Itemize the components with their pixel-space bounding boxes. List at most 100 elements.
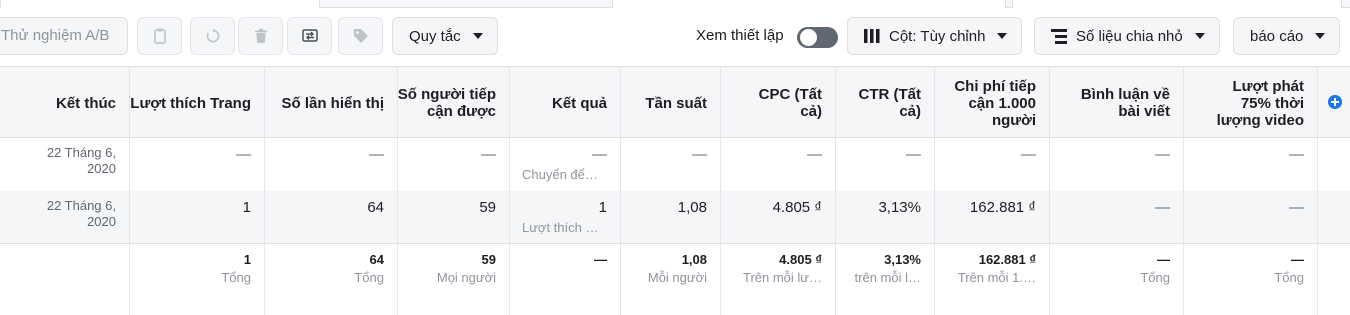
cpc-cell: — (807, 146, 822, 163)
columns-dropdown-label: Cột: Tùy chỉnh (889, 27, 986, 45)
reset-button[interactable] (190, 17, 235, 55)
total-results: — (594, 252, 607, 267)
results-cell: 1 (598, 199, 607, 216)
frequency-cell: 1,08 (677, 199, 707, 216)
ab-test-button[interactable]: Thử nghiệm A/B (0, 17, 128, 55)
totals-row: 1 Tổng 64 Tổng 59 Mọi người — 1,08 Mỗi n… (0, 243, 1350, 315)
impressions-cell: 64 (367, 199, 384, 216)
post-comments-cell: — (1155, 199, 1170, 216)
add-column-icon[interactable] (1328, 95, 1342, 109)
rules-dropdown[interactable]: Quy tắc (392, 17, 498, 55)
total-reach-label: Mọi người (436, 270, 496, 285)
total-ctr-label: trên mỗi l… (854, 270, 921, 285)
switch-button[interactable] (287, 17, 332, 55)
column-divider (129, 66, 130, 315)
breakdown-dropdown-label: Số liệu chia nhỏ (1076, 27, 1183, 45)
total-impressions: 64 (369, 252, 384, 267)
end-date-cell: 22 Tháng 6, 2020 (46, 198, 116, 229)
column-divider (1049, 66, 1050, 315)
tab-segment (612, 0, 1006, 8)
reset-icon (206, 28, 219, 43)
total-frequency: 1,08 (681, 252, 707, 267)
tab-strip (0, 0, 1350, 8)
column-header-cpc[interactable]: CPC (Tất cả) (720, 67, 835, 139)
page-likes-cell: — (236, 146, 251, 163)
total-video-75: — (1291, 252, 1304, 267)
results-table: Kết thúc Lượt thích Trang Số lần hiển th… (0, 66, 1350, 315)
view-settings-toggle[interactable] (797, 27, 838, 48)
column-divider (1183, 66, 1184, 315)
total-page-likes-label: Tổng (221, 270, 251, 285)
column-divider (620, 66, 621, 315)
duplicate-button[interactable] (137, 17, 182, 55)
total-impressions-label: Tổng (354, 270, 384, 285)
total-post-comments: — (1157, 252, 1170, 267)
column-header-ctr[interactable]: CTR (Tất cả) (835, 67, 934, 139)
reports-dropdown-label: báo cáo (1250, 27, 1304, 45)
columns-icon (864, 29, 880, 43)
total-cpm: 162.881 ₫ (978, 252, 1036, 267)
table-row[interactable]: 22 Tháng 6, 2020 1 64 59 1 Lượt thích … … (0, 191, 1350, 243)
clipboard-icon (153, 28, 166, 44)
column-header-reach[interactable]: Số người tiếp cận được (397, 67, 509, 139)
columns-dropdown[interactable]: Cột: Tùy chỉnh (847, 17, 1023, 55)
caret-down-icon (997, 33, 1008, 39)
total-reach: 59 (481, 252, 496, 267)
total-video-75-label: Tổng (1274, 270, 1304, 285)
results-cell: — (592, 146, 607, 163)
column-divider (397, 66, 398, 315)
total-cpm-label: Trên mỗi 1.… (957, 270, 1036, 285)
cpm-cell: 162.881 ₫ (969, 199, 1036, 216)
total-cpc: 4.805 ₫ (779, 252, 822, 267)
view-settings-label: Xem thiết lập (696, 27, 784, 44)
column-divider (720, 66, 721, 315)
column-header-page-likes[interactable]: Lượt thích Trang (129, 67, 264, 139)
total-frequency-label: Mỗi người (647, 270, 707, 285)
reports-dropdown[interactable]: báo cáo (1233, 17, 1341, 55)
end-date-cell: 22 Tháng 6, 2020 (46, 145, 116, 176)
page-likes-cell: 1 (242, 199, 251, 216)
total-cpc-label: Trên mỗi lư… (742, 270, 822, 285)
table-row[interactable]: 22 Tháng 6, 2020 — — — — Chuyển để… — — … (0, 138, 1350, 191)
column-header-cpm[interactable]: Chi phí tiếp cận 1.000 người (934, 67, 1049, 139)
switch-icon (301, 29, 318, 42)
caret-down-icon (472, 33, 483, 39)
cpm-cell: — (1021, 146, 1036, 163)
delete-button[interactable] (238, 17, 283, 55)
breakdown-dropdown[interactable]: Số liệu chia nhỏ (1034, 17, 1220, 55)
results-type-label: Chuyển để… (522, 167, 598, 182)
column-divider (835, 66, 836, 315)
column-header-video-75[interactable]: Lượt phát 75% thời lượng video (1183, 67, 1317, 139)
tab-segment (1012, 0, 1342, 8)
total-ctr: 3,13% (884, 252, 921, 267)
frequency-cell: — (692, 146, 707, 163)
caret-down-icon (1194, 33, 1205, 39)
ctr-cell: 3,13% (878, 199, 921, 216)
reach-cell: 59 (479, 199, 496, 216)
tag-icon (353, 29, 368, 43)
rules-dropdown-label: Quy tắc (409, 27, 461, 45)
column-header-frequency[interactable]: Tần suất (620, 67, 720, 139)
tab-segment (0, 0, 320, 8)
trash-icon (254, 28, 267, 43)
column-divider (509, 66, 510, 315)
video-75-cell: — (1289, 146, 1304, 163)
post-comments-cell: — (1155, 146, 1170, 163)
toolbar: Thử nghiệm A/B Quy tắc Xem thiết lập Cột… (0, 8, 1350, 66)
impressions-cell: — (369, 146, 384, 163)
column-header-results[interactable]: Kết quả (509, 67, 620, 139)
ctr-cell: — (906, 146, 921, 163)
column-divider (934, 66, 935, 315)
column-header-post-comments[interactable]: Bình luận về bài viết (1049, 67, 1183, 139)
breakdown-icon (1051, 28, 1067, 44)
total-page-likes: 1 (243, 252, 251, 267)
tag-button[interactable] (338, 17, 383, 55)
column-header-impressions[interactable]: Số lần hiển thị (264, 67, 397, 139)
column-header-end[interactable]: Kết thúc (0, 67, 129, 139)
total-post-comments-label: Tổng (1140, 270, 1170, 285)
column-divider (264, 66, 265, 315)
reach-cell: — (481, 146, 496, 163)
video-75-cell: — (1289, 199, 1304, 216)
column-divider (1317, 66, 1318, 315)
results-type-label: Lượt thích … (522, 220, 599, 235)
